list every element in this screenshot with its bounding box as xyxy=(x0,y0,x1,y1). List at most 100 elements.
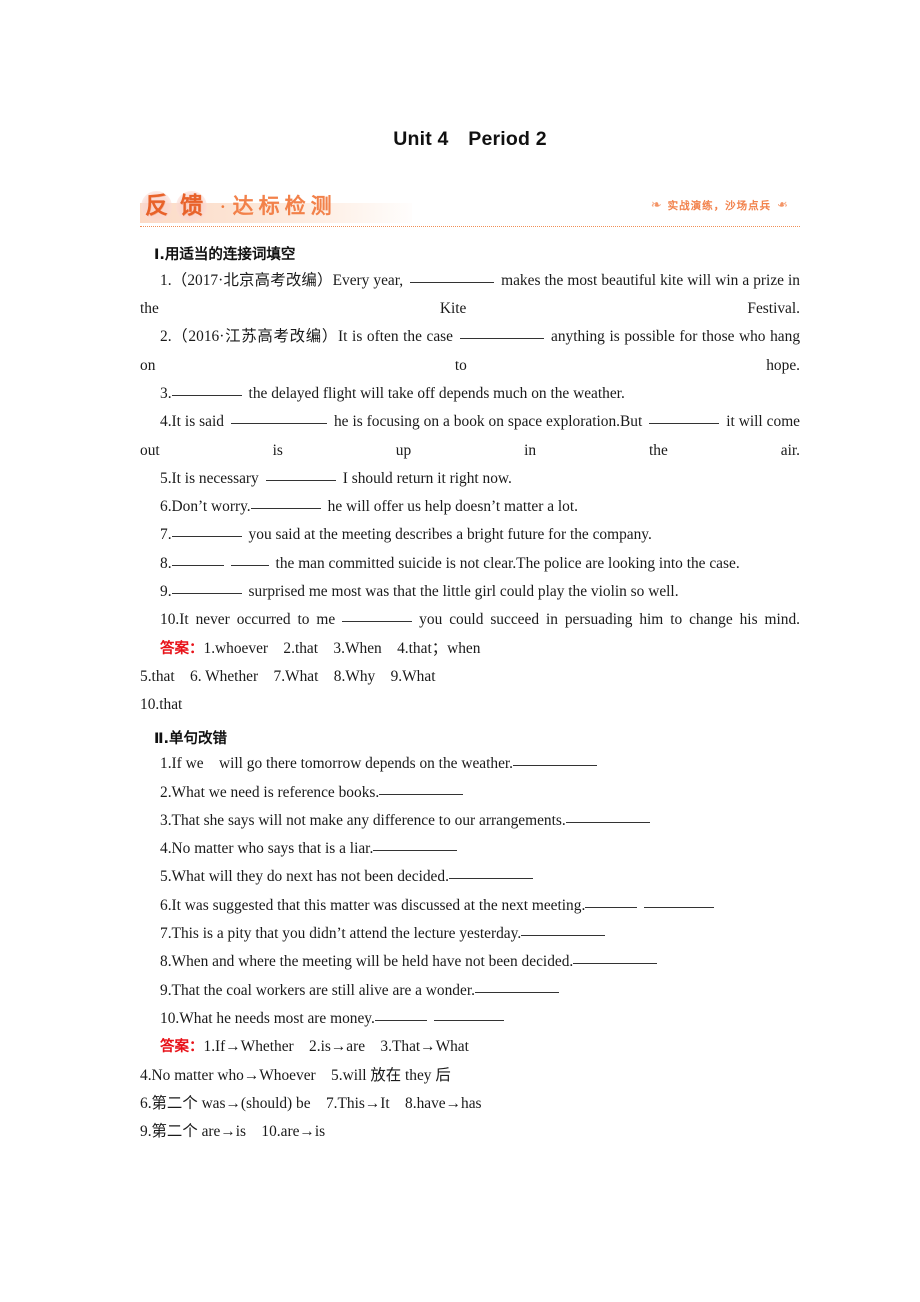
question-text: This is a pity that you didn’t attend th… xyxy=(171,925,522,943)
correction-blank[interactable] xyxy=(585,894,638,908)
question-text-post: surprised me most was that the little gi… xyxy=(248,583,679,601)
question-text-post: the delayed flight will take off depends… xyxy=(248,384,625,402)
answer-text: 6.第二个 was→(should) be 7.This→It 8.have→h… xyxy=(140,1094,482,1112)
question-2-5: 5.What will they do next has not been de… xyxy=(140,863,800,891)
question-text-post: you could succeed in persuading him to c… xyxy=(419,611,800,629)
question-number: 3. xyxy=(160,811,172,829)
correction-blank[interactable] xyxy=(374,1007,427,1021)
question-text: What will they do next has not been deci… xyxy=(171,868,449,886)
banner-char-2: 馈 xyxy=(180,192,203,219)
question-number: 7. xyxy=(160,526,172,544)
question-1-5: 5.It is necessary I should return it righ… xyxy=(140,465,800,493)
question-text-post: the man committed suicide is not clear.T… xyxy=(275,554,740,572)
section-1-answer-line-2: 5.that 6. Whether 7.What 8.Why 9.What xyxy=(140,663,800,691)
correction-blank[interactable] xyxy=(379,780,464,795)
page-content: Unit 4 Period 2 反 馈 · 达标检测 ❧ 实战演练，沙场点兵 ❧ xyxy=(140,0,800,1146)
section-2-heading: Ⅱ.单句改错 xyxy=(154,730,228,747)
question-text-pre: （2017·北京高考改编）Every year, xyxy=(171,271,404,289)
question-number: 5. xyxy=(160,868,172,886)
banner-title-group: 反 馈 · 达标检测 xyxy=(140,187,337,225)
answer-blank[interactable] xyxy=(171,523,242,538)
answer-blank-2[interactable] xyxy=(230,552,269,566)
question-text: What we need is reference books. xyxy=(171,783,380,801)
correction-blank[interactable] xyxy=(521,922,606,937)
banner-disc-1: 反 xyxy=(140,190,173,223)
question-2-6: 6.It was suggested that this matter was … xyxy=(140,892,800,920)
question-2-1: 1.If we will go there tomorrow depends o… xyxy=(140,750,800,778)
document-page: Unit 4 Period 2 反 馈 · 达标检测 ❧ 实战演练，沙场点兵 ❧ xyxy=(0,0,920,1302)
question-1-9: 9. surprised me most was that the little … xyxy=(140,578,800,606)
correction-blank[interactable] xyxy=(565,809,650,823)
question-2-7: 7.This is a pity that you didn’t attend … xyxy=(140,920,800,948)
section-1-answer-line-3: 10.that xyxy=(140,691,800,719)
answer-text: 4.No matter who→Whoever 5.will 放在 they 后 xyxy=(140,1066,451,1084)
question-number: 8. xyxy=(160,554,172,572)
flourish-left-icon: ❧ xyxy=(650,198,663,213)
question-text: No matter who says that is a liar. xyxy=(171,840,374,858)
question-text-pre: It is necessary xyxy=(171,469,259,487)
answer-blank[interactable] xyxy=(342,608,413,623)
page-title: Unit 4 Period 2 xyxy=(393,128,547,150)
question-text-pre: Don’t worry. xyxy=(171,498,251,516)
answer-blank[interactable] xyxy=(265,467,336,481)
answer-blank[interactable] xyxy=(230,410,327,425)
question-text-post: I should return it right now. xyxy=(342,469,512,487)
banner-separator-dot: · xyxy=(220,196,226,216)
question-number: 6. xyxy=(160,498,172,516)
banner-disc-2: 馈 xyxy=(175,190,208,223)
question-2-2: 2.What we need is reference books. xyxy=(140,779,800,807)
question-text-pre: It is said xyxy=(171,413,224,431)
correction-blank-2[interactable] xyxy=(644,894,715,908)
answer-blank[interactable] xyxy=(171,580,242,595)
section-2-answer-line-1: 答案：1.If→Whether 2.is→are 3.That→What xyxy=(140,1033,800,1061)
answer-text: 1.If→Whether 2.is→are 3.That→What xyxy=(203,1038,469,1056)
question-2-9: 9.That the coal workers are still alive … xyxy=(140,977,800,1005)
question-2-3: 3.That she says will not make any differ… xyxy=(140,807,800,835)
question-2-4: 4.No matter who says that is a liar. xyxy=(140,835,800,863)
answer-blank[interactable] xyxy=(171,382,242,396)
question-text-post: you said at the meeting describes a brig… xyxy=(248,526,652,544)
correction-blank[interactable] xyxy=(513,752,598,767)
section-1-answer-line-1: 答案：1.whoever 2.that 3.When 4.that；when xyxy=(140,635,800,663)
answer-text: 1.whoever 2.that 3.When 4.that；when xyxy=(203,639,481,657)
question-1-2: 2.（2016·江苏高考改编）It is often the case anyth… xyxy=(140,323,800,380)
question-number: 2. xyxy=(160,783,172,801)
question-2-8: 8.When and where the meeting will be hel… xyxy=(140,948,800,976)
question-text-post: he will offer us help doesn’t matter a l… xyxy=(327,498,578,516)
question-text: If we will go there tomorrow depends on … xyxy=(171,755,514,773)
question-1-7: 7. you said at the meeting describes a br… xyxy=(140,521,800,549)
question-number: 10. xyxy=(160,1009,180,1027)
question-number: 7. xyxy=(160,925,172,943)
banner-divider xyxy=(140,226,800,227)
question-text-pre: （2016·江苏高考改编）It is often the case xyxy=(171,328,454,346)
question-1-1: 1.（2017·北京高考改编）Every year, makes the most… xyxy=(140,267,800,324)
question-text: It was suggested that this matter was di… xyxy=(171,896,586,914)
question-number: 4. xyxy=(160,840,172,858)
answer-blank[interactable] xyxy=(649,410,720,425)
correction-blank-2[interactable] xyxy=(433,1007,504,1021)
question-text: What he needs most are money. xyxy=(179,1009,375,1027)
question-text: When and where the meeting will be held … xyxy=(171,953,574,971)
section-banner: 反 馈 · 达标检测 ❧ 实战演练，沙场点兵 ❧ xyxy=(140,187,800,229)
question-text: That the coal workers are still alive ar… xyxy=(171,981,475,999)
question-number: 6. xyxy=(160,896,172,914)
answer-blank[interactable] xyxy=(460,325,545,340)
correction-blank[interactable] xyxy=(448,865,533,880)
answer-blank[interactable] xyxy=(250,495,321,510)
question-text-mid: he is focusing on a book on space explor… xyxy=(333,413,643,431)
question-1-3: 3. the delayed flight will take off depen… xyxy=(140,380,800,408)
question-number: 10. xyxy=(160,611,180,629)
answer-blank[interactable] xyxy=(410,269,495,283)
banner-tagline: ❧ 实战演练，沙场点兵 ❧ xyxy=(651,198,788,213)
banner-char-1: 反 xyxy=(145,192,168,219)
question-number: 2. xyxy=(160,328,172,346)
answer-label: 答案： xyxy=(160,1039,204,1056)
answer-blank[interactable] xyxy=(171,552,224,566)
question-number: 9. xyxy=(160,981,172,999)
answer-text: 9.第二个 are→is 10.are→is xyxy=(140,1123,326,1141)
correction-blank[interactable] xyxy=(474,979,559,993)
correction-blank[interactable] xyxy=(373,837,458,852)
question-text: That she says will not make any differen… xyxy=(171,811,566,829)
correction-blank[interactable] xyxy=(573,950,658,965)
section-2-answer-line-2: 4.No matter who→Whoever 5.will 放在 they 后 xyxy=(140,1062,800,1090)
